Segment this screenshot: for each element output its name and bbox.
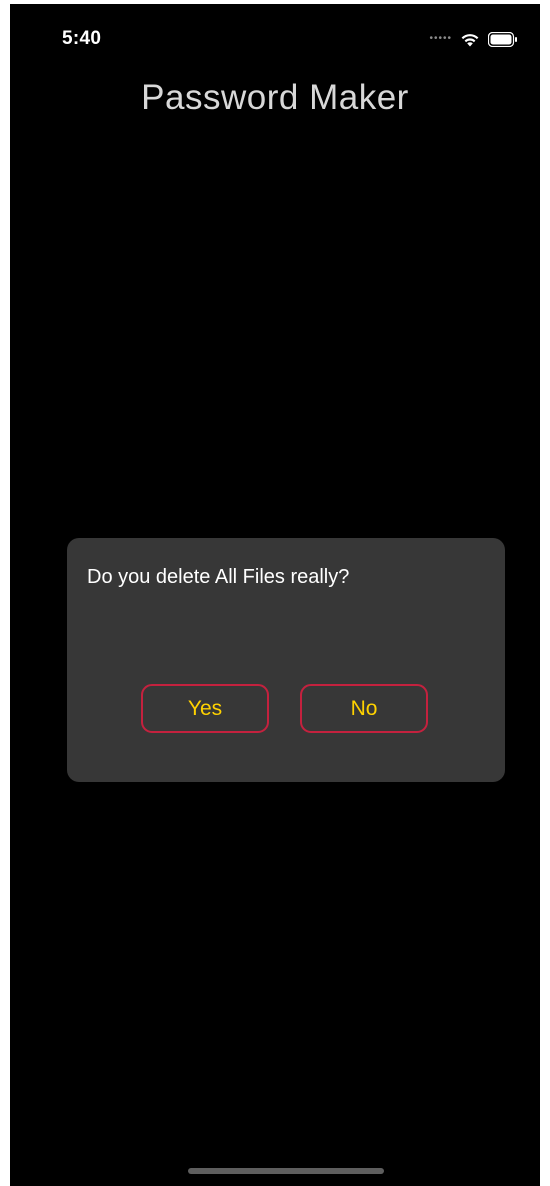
yes-button[interactable]: Yes [141,684,269,733]
status-icons: ••••• [429,28,518,50]
dialog-message: Do you delete All Files really? [87,566,350,588]
signal-dots-icon: ••••• [429,33,452,44]
page-title: Password Maker [141,78,409,117]
no-button[interactable]: No [300,684,428,733]
home-indicator[interactable] [188,1168,384,1174]
confirm-dialog: Do you delete All Files really? Yes No [67,538,505,782]
battery-icon [488,31,517,47]
wifi-icon [461,33,479,46]
app-screen: 5:40 ••••• Password Maker Do you delete … [10,4,540,1186]
status-time: 5:40 [62,28,102,49]
